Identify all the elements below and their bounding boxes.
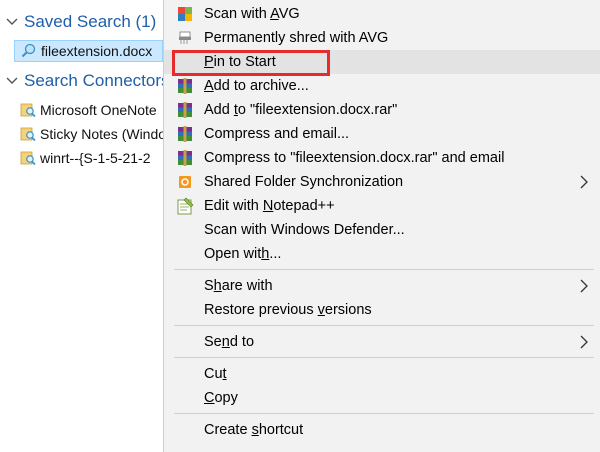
search-connector-icon	[20, 102, 36, 118]
nav-item-saved-search[interactable]: fileextension.docx	[14, 40, 163, 62]
menu-item-cut[interactable]: Cut	[164, 362, 600, 386]
menu-item-label: Send to	[204, 334, 255, 350]
winrar-icon	[176, 77, 194, 95]
nav-item-label: Microsoft OneNote	[40, 102, 157, 118]
nav-item-search-connector[interactable]: Sticky Notes (Windows)	[14, 123, 163, 145]
menu-separator	[174, 413, 594, 414]
chevron-down-icon[interactable]	[5, 74, 19, 88]
menu-item-label: Scan with Windows Defender...	[204, 222, 405, 238]
menu-item-copy[interactable]: Copy	[164, 386, 600, 410]
menu-item-label: Restore previous versions	[204, 302, 372, 318]
menu-item-send-to[interactable]: Send to	[164, 330, 600, 354]
menu-item-label: Edit with Notepad++	[204, 198, 335, 214]
menu-separator	[174, 325, 594, 326]
chevron-right-icon	[579, 335, 589, 349]
menu-item-label: Permanently shred with AVG	[204, 30, 389, 46]
context-menu: Scan with AVG Permanently shred with AVG…	[163, 0, 600, 452]
nav-group-search-connectors[interactable]: Search Connectors	[0, 68, 163, 94]
search-connector-icon	[20, 126, 36, 142]
menu-item-scan-with-avg[interactable]: Scan with AVG	[164, 2, 600, 26]
winrar-icon	[176, 125, 194, 143]
menu-item-label: Share with	[204, 278, 273, 294]
nav-item-search-connector[interactable]: Microsoft OneNote	[14, 99, 163, 121]
menu-separator	[174, 357, 594, 358]
nav-item-label: fileextension.docx	[41, 43, 153, 59]
navigation-pane: Saved Search (1) fileextension.docx Sear…	[0, 0, 163, 450]
saved-search-icon	[21, 43, 37, 59]
nav-group-saved-search[interactable]: Saved Search (1)	[0, 9, 156, 35]
chevron-down-icon[interactable]	[5, 15, 19, 29]
menu-item-share-with[interactable]: Share with	[164, 274, 600, 298]
nav-item-label: Sticky Notes (Windows)	[40, 126, 163, 142]
menu-item-shared-folder-sync[interactable]: Shared Folder Synchronization	[164, 170, 600, 194]
avg-icon	[176, 5, 194, 23]
menu-separator	[174, 269, 594, 270]
nav-group-label: Search Connectors	[24, 71, 163, 90]
menu-item-label: Shared Folder Synchronization	[204, 174, 404, 190]
menu-item-compress-to-rar-and-email[interactable]: Compress to "fileextension.docx.rar" and…	[164, 146, 600, 170]
sync-icon	[176, 173, 194, 191]
menu-item-compress-and-email[interactable]: Compress and email...	[164, 122, 600, 146]
menu-item-label: Scan with AVG	[204, 6, 300, 22]
winrar-icon	[176, 101, 194, 119]
chevron-right-icon	[579, 175, 589, 189]
menu-item-edit-with-notepadpp[interactable]: Edit with Notepad++	[164, 194, 600, 218]
menu-item-label: Cut	[204, 366, 227, 382]
menu-item-label: Add to "fileextension.docx.rar"	[204, 102, 398, 118]
menu-item-open-with[interactable]: Open with...	[164, 242, 600, 266]
shredder-icon	[176, 29, 194, 47]
menu-item-label: Add to archive...	[204, 78, 309, 94]
search-connector-icon	[20, 150, 36, 166]
menu-item-label: Compress and email...	[204, 126, 350, 142]
nav-item-label: winrt--{S-1-5-21-2	[40, 150, 151, 166]
menu-item-label: Copy	[204, 390, 238, 406]
menu-item-label: Pin to Start	[204, 54, 276, 70]
nav-item-search-connector[interactable]: winrt--{S-1-5-21-2	[14, 147, 158, 169]
menu-item-restore-previous-versions[interactable]: Restore previous versions	[164, 298, 600, 322]
winrar-icon	[176, 149, 194, 167]
menu-item-shred-with-avg[interactable]: Permanently shred with AVG	[164, 26, 600, 50]
menu-item-create-shortcut[interactable]: Create shortcut	[164, 418, 600, 442]
menu-item-label: Create shortcut	[204, 422, 304, 438]
nav-group-label: Saved Search (1)	[24, 12, 157, 31]
menu-item-add-to-archive[interactable]: Add to archive...	[164, 74, 600, 98]
menu-item-scan-with-defender[interactable]: Scan with Windows Defender...	[164, 218, 600, 242]
notepadpp-icon	[176, 197, 194, 215]
menu-item-label: Compress to "fileextension.docx.rar" and…	[204, 150, 505, 166]
menu-item-label: Open with...	[204, 246, 282, 262]
menu-item-add-to-rar[interactable]: Add to "fileextension.docx.rar"	[164, 98, 600, 122]
menu-item-pin-to-start[interactable]: Pin to Start	[164, 50, 600, 76]
chevron-right-icon	[579, 279, 589, 293]
